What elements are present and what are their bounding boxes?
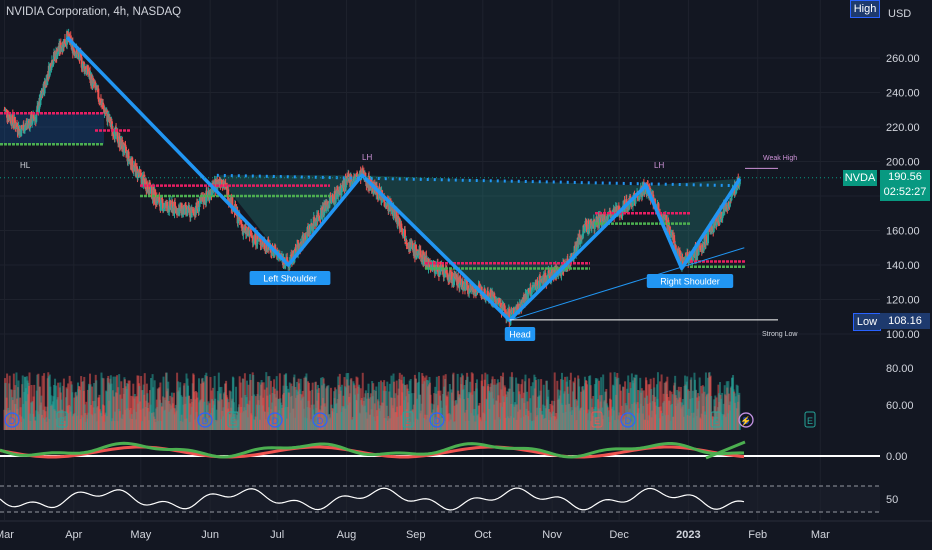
- price-chart[interactable]: DEDEDDEDEDED⚡E 100.00120.00140.00160.001…: [0, 0, 932, 550]
- time-tick: May: [130, 529, 151, 541]
- event-icon-text: D: [317, 416, 324, 426]
- time-tick: 2023: [676, 529, 700, 541]
- pattern-label: Right Shoulder: [660, 277, 720, 287]
- high-badge: High: [850, 0, 880, 18]
- candle-body: [161, 198, 164, 203]
- strong-low-label: Strong Low: [762, 331, 798, 338]
- time-tick: Feb: [748, 529, 767, 541]
- event-icon-text: D: [202, 416, 209, 426]
- low-badge: Low: [853, 313, 881, 331]
- price-tick: 260.00: [886, 53, 920, 65]
- time-tick: Nov: [542, 529, 562, 541]
- price-tick: 140.00: [886, 260, 920, 272]
- event-icon-text: D: [625, 416, 632, 426]
- macd-panel: [0, 440, 880, 460]
- volume-tick: 60.00: [886, 400, 914, 412]
- ticker-badge: NVDA: [843, 170, 877, 186]
- rsi-tick: 50: [886, 494, 898, 506]
- event-icon-text: E: [713, 416, 719, 426]
- bar-countdown: 02:52:27: [883, 186, 927, 198]
- event-icon-text: E: [230, 416, 236, 426]
- candle-body: [198, 207, 201, 212]
- event-icon-text: E: [405, 416, 411, 426]
- candle-body: [56, 54, 59, 59]
- event-icon-text: D: [9, 416, 16, 426]
- price-tick: 220.00: [886, 122, 920, 134]
- candle-body: [628, 205, 631, 210]
- candle-body: [97, 88, 100, 99]
- event-icon-text: ⚡: [740, 415, 751, 427]
- head-zone: [362, 175, 646, 321]
- event-icon-text: D: [434, 416, 441, 426]
- pattern-label: Left Shoulder: [263, 274, 317, 284]
- volume-tick: 80.00: [886, 363, 914, 375]
- price-tick: 120.00: [886, 295, 920, 307]
- weak-high-label: Weak High: [763, 155, 797, 162]
- structure-label: LH: [362, 153, 372, 162]
- time-tick: Dec: [609, 529, 629, 541]
- price-tick: 240.00: [886, 88, 920, 100]
- macd-tick: 0.00: [886, 451, 907, 463]
- time-axis: Mar Apr May Jun Jul Aug Sep Oct Nov Dec 2023 Feb Mar: [0, 520, 932, 541]
- price-tick: 200.00: [886, 157, 920, 169]
- pattern-label: Head: [509, 330, 531, 340]
- price-tick: 100.00: [886, 329, 920, 341]
- chart-title: NVIDIA Corporation, 4h, NASDAQ: [6, 6, 182, 18]
- candle-body: [309, 228, 312, 234]
- low-value: 108.16: [880, 313, 930, 329]
- price-tick: 160.00: [886, 226, 920, 238]
- time-tick: Apr: [65, 529, 82, 541]
- time-tick: Jul: [270, 529, 284, 541]
- structure-label: LH: [654, 161, 664, 170]
- candle-body: [127, 151, 130, 160]
- candle-body: [531, 287, 534, 290]
- rsi-band: [0, 486, 880, 512]
- price-axis: 100.00120.00140.00160.00180.00200.00220.…: [886, 53, 920, 506]
- time-tick: Aug: [337, 529, 357, 541]
- time-tick: Oct: [474, 529, 491, 541]
- chart-grid: [0, 0, 880, 520]
- event-icon-text: D: [272, 416, 279, 426]
- structure-label: HL: [20, 161, 31, 170]
- pattern-zones: [0, 113, 740, 321]
- time-tick: Jun: [201, 529, 219, 541]
- currency-label: USD: [888, 8, 912, 20]
- time-tick: Mar: [811, 529, 830, 541]
- rsi-panel: [0, 485, 880, 513]
- time-tick: Sep: [406, 529, 426, 541]
- event-icon-text: E: [59, 416, 65, 426]
- time-tick: Mar: [0, 529, 14, 541]
- event-icon-text: E: [807, 416, 813, 426]
- last-price: 190.56: [888, 171, 922, 183]
- event-icon-text: E: [594, 416, 600, 426]
- last-price-badge: 190.56 02:52:27: [880, 170, 930, 201]
